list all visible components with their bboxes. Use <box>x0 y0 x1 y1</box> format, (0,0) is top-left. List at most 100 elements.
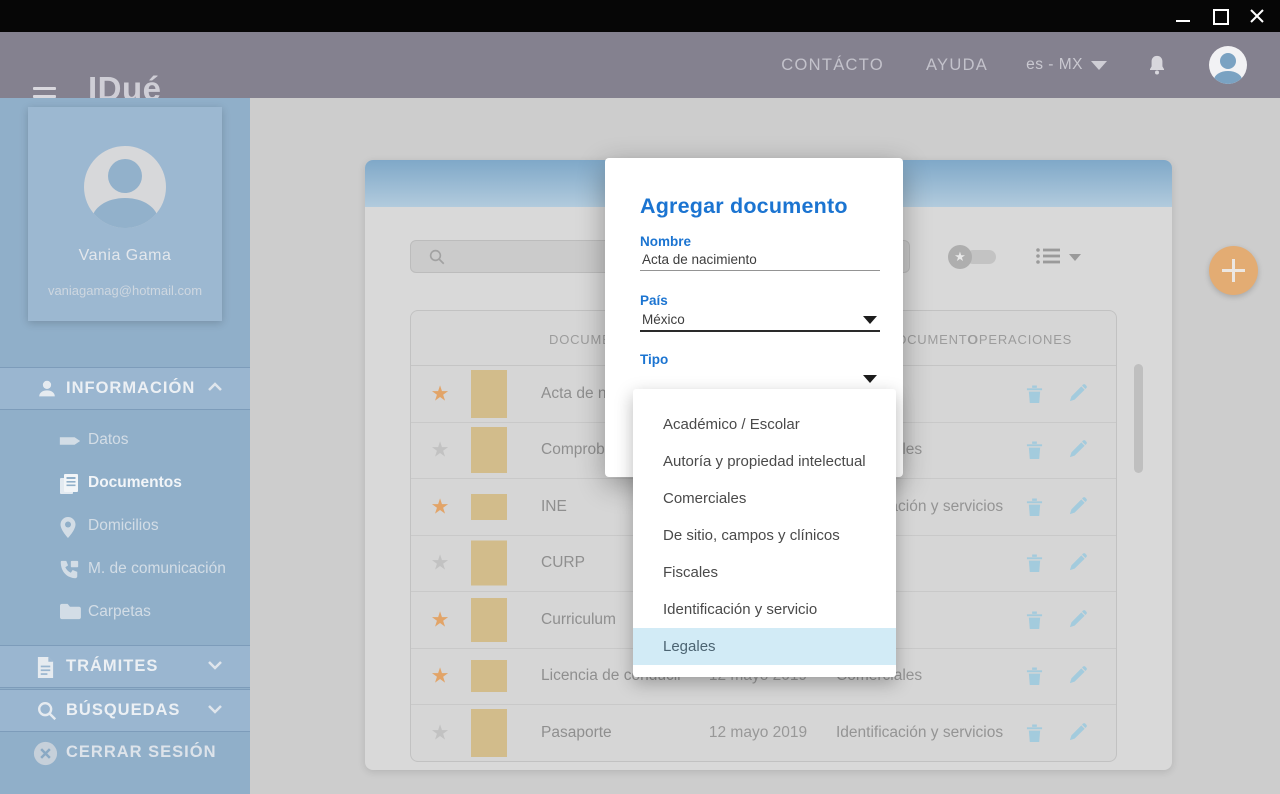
star-icon[interactable] <box>428 551 452 576</box>
document-thumbnail[interactable] <box>471 494 507 520</box>
window-titlebar <box>0 0 1280 32</box>
chevron-down-icon <box>207 659 223 671</box>
favorites-filter-toggle[interactable]: ★ <box>948 245 996 269</box>
star-icon[interactable] <box>428 381 452 406</box>
document-thumbnail[interactable] <box>471 541 507 586</box>
edit-icon[interactable] <box>1068 440 1087 460</box>
pais-underline <box>640 330 880 332</box>
phone-icon <box>58 559 80 581</box>
edit-icon[interactable] <box>1068 384 1087 404</box>
user-icon <box>36 378 58 400</box>
contact-link[interactable]: CONTÁCTO <box>781 56 884 75</box>
chevron-down-icon[interactable] <box>863 316 877 324</box>
star-icon[interactable] <box>428 438 452 463</box>
minimize-button[interactable] <box>1166 0 1200 32</box>
delete-icon[interactable] <box>1026 384 1043 404</box>
sidebar-informacion-items: Datos Documentos Domicilios M. de comuni… <box>0 410 250 635</box>
id-card-icon <box>58 430 82 452</box>
documents-icon <box>58 473 80 496</box>
app-window: IDué DILIGENCE AUTHENTICATION CONTÁCTO A… <box>0 0 1280 794</box>
language-selector[interactable]: es - MX <box>1026 56 1107 74</box>
document-name: CURP <box>541 554 585 572</box>
delete-icon[interactable] <box>1026 497 1043 517</box>
star-icon[interactable] <box>428 721 452 746</box>
tipo-option[interactable]: Comerciales <box>633 480 896 517</box>
document-name: Pasaporte <box>541 724 612 742</box>
star-icon[interactable] <box>428 607 452 632</box>
logout-label: CERRAR SESIÓN <box>66 743 217 762</box>
tipo-option[interactable]: Académico / Escolar <box>633 406 896 443</box>
edit-icon[interactable] <box>1068 553 1087 573</box>
table-scrollbar[interactable] <box>1134 364 1143 473</box>
delete-icon[interactable] <box>1026 666 1043 686</box>
sidebar-section-label: BÚSQUEDAS <box>66 701 180 720</box>
list-view-selector[interactable] <box>1035 246 1081 268</box>
document-date: 12 mayo 2019 <box>701 724 815 742</box>
list-icon <box>1035 246 1061 266</box>
tipo-option[interactable]: Fiscales <box>633 554 896 591</box>
edit-icon[interactable] <box>1068 666 1087 686</box>
document-thumbnail[interactable] <box>471 709 507 757</box>
star-icon[interactable] <box>428 664 452 689</box>
search-icon <box>36 700 58 722</box>
modal-title: Agregar documento <box>640 194 848 219</box>
user-avatar[interactable] <box>1209 46 1247 84</box>
sidebar-section-tramites[interactable]: TRÁMITES <box>0 645 250 688</box>
pais-select[interactable]: México <box>642 312 685 327</box>
sidebar-section-informacion[interactable]: INFORMACIÓN <box>0 367 250 410</box>
tipo-option[interactable]: Autoría y propiedad intelectual <box>633 443 896 480</box>
tipo-label: Tipo <box>640 352 668 367</box>
delete-icon[interactable] <box>1026 723 1043 743</box>
edit-icon[interactable] <box>1068 610 1087 630</box>
sidebar-item-comunicacion[interactable]: M. de comunicación <box>0 549 250 592</box>
profile-name: Vania Gama <box>28 247 222 265</box>
document-thumbnail[interactable] <box>471 598 507 642</box>
add-document-button[interactable] <box>1209 246 1258 295</box>
nombre-label: Nombre <box>640 234 691 249</box>
document-name: Curriculum <box>541 611 616 629</box>
profile-avatar <box>84 146 166 228</box>
tipo-option[interactable]: De sitio, campos y clínicos <box>633 517 896 554</box>
close-button[interactable] <box>1240 0 1274 32</box>
sidebar-item-domicilios[interactable]: Domicilios <box>0 506 250 549</box>
sidebar-item-carpetas[interactable]: Carpetas <box>0 592 250 635</box>
nombre-underline <box>640 270 880 271</box>
avatar-head <box>1220 53 1236 69</box>
chevron-down-icon <box>207 703 223 715</box>
chevron-down-icon <box>1091 61 1107 70</box>
sidebar-item-documentos[interactable]: Documentos <box>0 463 250 506</box>
document-thumbnail[interactable] <box>471 660 507 692</box>
help-link[interactable]: AYUDA <box>926 56 988 75</box>
profile-email: vaniagamag@hotmail.com <box>28 283 222 298</box>
folder-icon <box>58 602 81 621</box>
pais-label: País <box>640 293 668 308</box>
edit-icon[interactable] <box>1068 497 1087 517</box>
close-circle-icon <box>32 740 59 767</box>
star-icon[interactable] <box>428 494 452 519</box>
avatar-body <box>1214 71 1242 84</box>
sidebar-item-datos[interactable]: Datos <box>0 420 250 463</box>
sidebar-section-label: INFORMACIÓN <box>66 379 195 398</box>
chevron-up-icon <box>207 381 223 393</box>
star-icon: ★ <box>948 245 972 269</box>
nombre-input[interactable]: Acta de nacimiento <box>642 252 757 267</box>
tipo-option[interactable]: Legales <box>633 628 896 665</box>
document-thumbnail[interactable] <box>471 370 507 418</box>
delete-icon[interactable] <box>1026 553 1043 573</box>
delete-icon[interactable] <box>1026 440 1043 460</box>
chevron-down-icon <box>1069 254 1081 261</box>
document-thumbnail[interactable] <box>471 427 507 473</box>
delete-icon[interactable] <box>1026 610 1043 630</box>
tipo-option[interactable]: Identificación y servicio <box>633 591 896 628</box>
maximize-button[interactable] <box>1203 0 1237 32</box>
sidebar: Vania Gama vaniagamag@hotmail.com INFORM… <box>0 98 250 794</box>
tipo-dropdown: Académico / Escolar Autoría y propiedad … <box>633 389 896 677</box>
chevron-down-icon[interactable] <box>863 375 877 383</box>
language-label: es - MX <box>1026 56 1083 74</box>
document-type: Identificación y servicios <box>836 724 1003 742</box>
notifications-bell-icon[interactable] <box>1147 54 1167 76</box>
sidebar-item-logout[interactable]: CERRAR SESIÓN <box>0 732 250 776</box>
edit-icon[interactable] <box>1068 723 1087 743</box>
sidebar-section-busquedas[interactable]: BÚSQUEDAS <box>0 689 250 732</box>
file-icon <box>36 656 55 679</box>
